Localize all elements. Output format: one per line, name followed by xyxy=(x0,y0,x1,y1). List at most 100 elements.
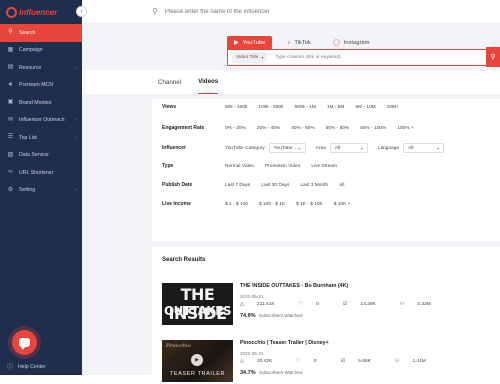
logo-mark xyxy=(6,7,17,18)
filter-row-influencer: Influencer YouTube Category YouTube ... … xyxy=(162,143,454,153)
search-field-select[interactable]: Video Title ▾ xyxy=(232,52,267,63)
main-content: ▶ YouTube ♪ TikTok ◯ Instagram Video Tit… xyxy=(82,24,500,375)
monitor-icon: ▣ xyxy=(7,99,14,106)
filter-row-publish-date: Publish Date Last 7 Days Last 30 Days La… xyxy=(162,182,355,188)
filter-row-type: Type Normal Video Promotion Video Live S… xyxy=(162,163,348,169)
filter-option[interactable]: Promotion Video xyxy=(265,164,300,169)
filter-option[interactable]: Live Stream xyxy=(311,164,337,169)
sidebar-item-url-shortener[interactable]: ∞ URL Shortener xyxy=(0,164,82,182)
sidebar-item-search[interactable]: ⚲ Search xyxy=(0,24,82,42)
video-thumbnail[interactable]: THE INSIDE OUTTAKES xyxy=(162,283,233,325)
subscribers-watched: 74.9% Subscribers Watched xyxy=(240,313,302,319)
area-select[interactable]: All ▾ xyxy=(330,143,368,153)
filter-option[interactable]: $ 1 - $ 100 xyxy=(225,202,248,207)
filter-label: Live Income xyxy=(162,201,225,207)
views-icon: △ xyxy=(240,302,244,307)
tab-youtube[interactable]: ▶ YouTube xyxy=(227,36,272,49)
result-card[interactable]: THE INSIDE OUTTAKES THE INSIDE OUTTAKES … xyxy=(162,283,462,327)
video-stats: △ 20.42K ♡ 0 ☑ 5.68K ⚇ 1.41M xyxy=(240,359,450,364)
result-card[interactable]: Pinocchio ▶ TEASER TRAILER Pinocchio | T… xyxy=(162,340,462,384)
filter-option[interactable]: $ 100 - $ 1K xyxy=(259,202,285,207)
video-title[interactable]: Pinocchio | Teaser Trailer | Disney+ xyxy=(240,340,329,346)
logo[interactable]: influencer xyxy=(0,0,82,24)
filter-option[interactable]: 50k - 100k xyxy=(225,105,247,110)
tab-label: YouTube xyxy=(243,40,266,46)
filter-label: Type xyxy=(162,163,225,169)
filter-option[interactable]: Last 3 Month xyxy=(300,183,328,188)
video-thumbnail[interactable]: Pinocchio ▶ TEASER TRAILER xyxy=(162,340,233,382)
video-search-bar: Video Title ▾ xyxy=(227,49,500,66)
premium-icon: ★ xyxy=(7,82,14,89)
search-submit-button[interactable]: ⚲ xyxy=(486,47,500,67)
video-title[interactable]: THE INSIDE OUTTAKES - Bo Burnham (4K) xyxy=(240,283,348,289)
watched-label: Subscribers Watched xyxy=(259,313,303,318)
outreach-icon: ✉ xyxy=(7,117,14,124)
filter-option[interactable]: 0% - 20% xyxy=(225,126,246,131)
user-icon: ⚇ xyxy=(395,359,399,364)
chat-support-button[interactable] xyxy=(12,330,37,355)
video-date: 2022-05-31 xyxy=(240,351,264,356)
comment-icon: ♡ xyxy=(296,359,300,364)
collapse-sidebar-button[interactable]: ‹ xyxy=(76,6,87,17)
filter-option[interactable]: 1M - 5M xyxy=(327,105,345,110)
filter-option[interactable]: 500k - 1M xyxy=(294,105,315,110)
tab-channel[interactable]: Channel xyxy=(158,70,181,94)
sidebar-item-label: Search xyxy=(19,30,35,36)
sidebar-item-premium-mcn[interactable]: ★ Premium MCN xyxy=(0,77,82,95)
filter-option[interactable]: 100k - 500k xyxy=(258,105,283,110)
chevron-right-icon: › xyxy=(75,117,77,123)
filter-option[interactable]: 40% - 60% xyxy=(291,126,314,131)
resource-icon: ▤ xyxy=(7,64,14,71)
sidebar-item-top-list[interactable]: ☰ Top List › xyxy=(0,129,82,147)
filter-panel: Views 50k - 100k 100k - 500k 500k - 1M 1… xyxy=(152,99,500,241)
filter-option[interactable]: 60% - 80% xyxy=(326,126,349,131)
user-icon: ⚇ xyxy=(400,302,404,307)
filter-option[interactable]: 20% - 40% xyxy=(257,126,280,131)
filter-option[interactable]: 10M+ xyxy=(387,105,399,110)
search-field-value: Video Title xyxy=(236,55,258,60)
views-value: 211.41K xyxy=(257,302,275,307)
sidebar-item-influencer-outreach[interactable]: ✉ Influencer Outreach › xyxy=(0,112,82,130)
category-select[interactable]: YouTube ... ▾ xyxy=(269,143,306,153)
tiktok-icon: ♪ xyxy=(287,40,290,46)
sidebar-item-resource[interactable]: ▤ Resource › xyxy=(0,59,82,77)
video-search-input[interactable] xyxy=(275,55,455,60)
chevron-right-icon: › xyxy=(75,65,77,71)
help-center-link[interactable]: ⓘ Help Center xyxy=(7,362,46,371)
tab-label: TikTok xyxy=(294,40,311,46)
sidebar-item-setting[interactable]: ⚙ Setting › xyxy=(0,182,82,200)
campaign-icon: ▦ xyxy=(7,47,14,54)
filter-option[interactable]: $ 1K - $ 10K xyxy=(296,202,323,207)
views-stat: △ 20.42K xyxy=(240,359,284,364)
sidebar-item-campaign[interactable]: ▦ Campaign xyxy=(0,42,82,60)
filter-option[interactable]: $ 10K + xyxy=(334,202,351,207)
search-results: Search Results THE INSIDE OUTTAKES THE I… xyxy=(152,247,500,375)
filter-option[interactable]: All xyxy=(339,183,344,188)
filter-option[interactable]: Last 7 Days xyxy=(225,183,250,188)
help-center-label: Help Center xyxy=(18,364,46,370)
tab-instagram[interactable]: ◯ Instagram xyxy=(326,36,377,49)
tab-label: Instagram xyxy=(344,40,370,46)
chevron-down-icon: ▾ xyxy=(437,146,439,151)
likes-value: 5.68K xyxy=(358,359,371,364)
subscribers-watched: 34.7% Subscribers Watched xyxy=(240,370,302,376)
sidebar-item-label: Data Service xyxy=(19,152,49,158)
sidebar-item-data-service[interactable]: ▧ Data Service xyxy=(0,147,82,165)
influencer-search-input[interactable] xyxy=(165,9,385,15)
views-icon: △ xyxy=(240,359,244,364)
filter-option[interactable]: 80% - 100% xyxy=(360,126,386,131)
subs-stat: ⚇ 1.41M xyxy=(395,359,438,364)
filter-row-live-income: Live Income $ 1 - $ 100 $ 100 - $ 1K $ 1… xyxy=(162,201,361,207)
filter-option[interactable]: Last 30 Days xyxy=(261,183,289,188)
comments-stat: ♡ 0 xyxy=(296,359,328,364)
sidebar-item-label: Top List xyxy=(19,135,37,141)
sidebar-item-brand-monitor[interactable]: ▣ Brand Monitor xyxy=(0,94,82,112)
tab-tiktok[interactable]: ♪ TikTok xyxy=(280,36,318,49)
language-select[interactable]: All ▾ xyxy=(403,143,444,153)
filter-option[interactable]: 100% + xyxy=(397,126,413,131)
tab-videos[interactable]: Videos xyxy=(198,70,218,94)
watched-percent: 34.7% xyxy=(240,370,256,376)
link-icon: ∞ xyxy=(7,169,14,176)
filter-option[interactable]: 5M - 10M xyxy=(355,105,375,110)
filter-option[interactable]: Normal Video xyxy=(225,164,254,169)
